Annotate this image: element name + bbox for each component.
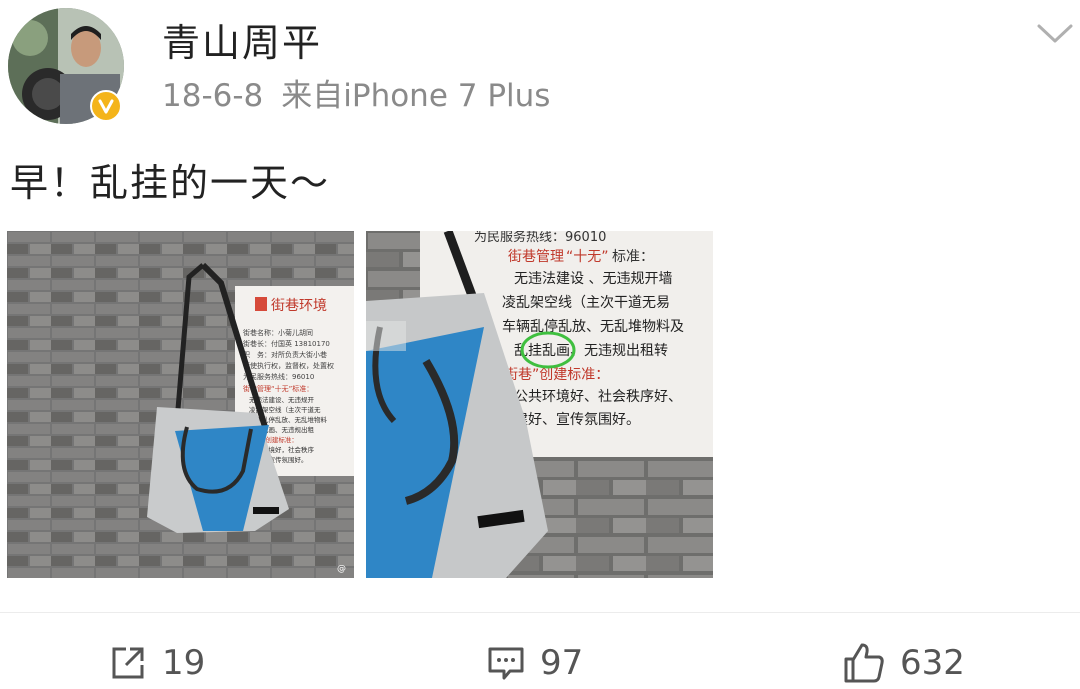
sign-line-4: 行使执行权，监督权，处置权 [243, 361, 334, 370]
comment-icon [488, 647, 524, 680]
comment-button[interactable]: 97 [486, 638, 583, 688]
sign-line-2: 凌乱架空线（主次干道无易 [502, 295, 670, 311]
repost-button[interactable]: 19 [108, 638, 205, 688]
repost-count: 19 [162, 643, 206, 683]
sign-line-4: 乱挂乱画、无违规出租转 [514, 343, 668, 359]
post-photo-1[interactable]: 街巷环境 街巷名称：小菊儿胡同 街巷长：付国英 13810170 职 务：对所负… [7, 231, 354, 578]
sign-hotline: 为民服务热线：96010 [474, 231, 606, 245]
sign-header-post: 标准： [612, 249, 654, 265]
username[interactable]: 青山周平 [162, 20, 322, 66]
divider [0, 612, 1080, 613]
sign-line-1: 街巷名称：小菊儿胡同 [243, 328, 313, 337]
repost-icon [112, 647, 144, 679]
chevron-down-icon[interactable] [1036, 22, 1074, 46]
sign-line-3: 车辆乱停乱放、无乱堆物料及 [502, 318, 684, 335]
like-count: 632 [900, 643, 965, 683]
verified-badge-icon [90, 90, 122, 122]
post-text: 早！乱挂的一天～ [10, 161, 331, 205]
watermark: @ [337, 564, 346, 574]
like-button[interactable]: 632 [842, 638, 965, 688]
sign-line-1: 无违法建设 、无违规开墙 [514, 271, 672, 287]
sign-header-pre: 街巷管理 [508, 249, 564, 265]
post-source: 来自iPhone 7 Plus [281, 78, 551, 114]
comment-count: 97 [540, 643, 584, 683]
post-date: 18-6-8 [162, 78, 264, 114]
sign-title: 街巷环境 [271, 298, 327, 314]
sign-line-7: 建好、宣传氛围好。 [514, 412, 640, 428]
sign-line-2: 街巷长：付国英 13810170 [243, 339, 330, 348]
sign-line-3: 职 务：对所负责大街小巷 [243, 350, 327, 359]
sign-line-6: 公共环境好、社会秩序好、 [514, 389, 682, 405]
post-meta: 18-6-8 来自iPhone 7 Plus [162, 76, 568, 116]
sign-line-5: 街巷”创建标准： [504, 367, 609, 383]
thumbs-up-icon [844, 643, 884, 683]
sign-header-quote: “十无” [566, 249, 609, 265]
post-photo-2[interactable]: 为民服务热线：96010 街巷管理 “十无” 标准： 无违法建设 、无违规开墙 … [366, 231, 713, 578]
sign-line-5: 为民服务热线：96010 [243, 372, 314, 381]
